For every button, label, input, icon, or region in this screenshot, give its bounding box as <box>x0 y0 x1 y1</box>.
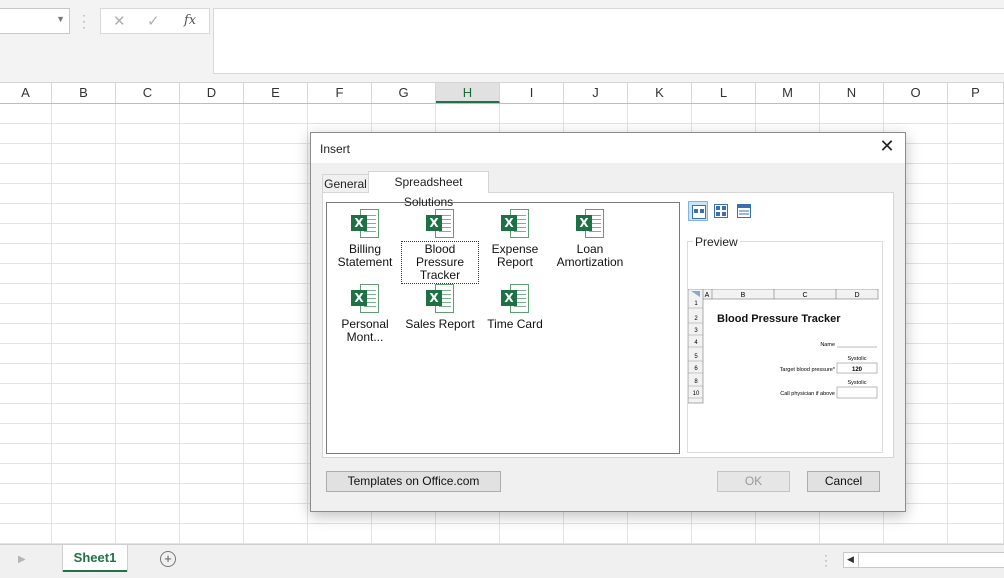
tab-spreadsheet-solutions[interactable]: Spreadsheet Solutions <box>368 171 489 209</box>
excel-template-icon: X <box>351 283 379 313</box>
preview-name-label: Name <box>820 342 835 348</box>
preview-col-header: D <box>854 292 859 299</box>
column-header-i[interactable]: I <box>500 83 564 103</box>
name-box[interactable]: ▼ <box>0 8 70 34</box>
large-icons-icon <box>692 205 706 219</box>
template-time-card[interactable]: X Time Card <box>477 283 553 332</box>
template-label: Personal <box>341 317 389 331</box>
template-sales-report[interactable]: X Sales Report <box>402 283 478 332</box>
scroll-left-icon[interactable]: ◀ <box>847 554 854 565</box>
grid-line <box>243 104 244 544</box>
template-list[interactable]: X Billing Statement X Blood Pressure Track… <box>326 202 680 454</box>
template-label: Mont... <box>346 330 384 344</box>
chevron-down-icon[interactable]: ▼ <box>56 14 65 24</box>
grid-line <box>51 104 52 544</box>
enter-icon[interactable]: ✓ <box>147 12 160 30</box>
preview-col-header: A <box>705 292 710 299</box>
column-header-m[interactable]: M <box>756 83 820 103</box>
template-label: Sales Report <box>405 317 475 331</box>
template-label: Blood Pressure <box>415 242 465 269</box>
template-billing-statement[interactable]: X Billing Statement <box>327 208 403 270</box>
preview-systolic-label: Systolic <box>848 356 867 362</box>
template-label: Statement <box>337 255 393 269</box>
formula-buttons: ✕ ✓ fx <box>100 8 210 34</box>
template-personal-monthly[interactable]: X Personal Mont... <box>327 283 403 345</box>
column-header-o[interactable]: O <box>884 83 948 103</box>
preview-title: Blood Pressure Tracker <box>717 313 841 325</box>
list-icon <box>714 204 728 218</box>
grid-line <box>115 104 116 544</box>
ok-button[interactable]: OK <box>717 471 790 492</box>
more-options-icon: · · · <box>82 8 86 34</box>
scroll-divider <box>858 553 859 567</box>
details-view-button[interactable] <box>734 201 754 221</box>
excel-template-icon: X <box>351 208 379 238</box>
sheet-tab-sheet1[interactable]: Sheet1 <box>63 545 127 572</box>
grid-line <box>179 104 180 544</box>
formula-input[interactable] <box>213 8 1004 74</box>
preview-col-header: C <box>802 292 807 299</box>
template-preview-image: A B C D 1 2 3 4 5 6 8 10 Blood Pressure … <box>688 289 879 404</box>
template-label: Loan <box>576 242 604 256</box>
column-header-n[interactable]: N <box>820 83 884 103</box>
insert-function-icon[interactable]: fx <box>184 13 196 28</box>
preview-systolic-label: Systolic <box>848 380 867 386</box>
preview-row-number: 10 <box>693 391 700 397</box>
column-header-b[interactable]: B <box>52 83 116 103</box>
column-header-g[interactable]: G <box>372 83 436 103</box>
templates-on-office-button[interactable]: Templates on Office.com <box>326 471 501 492</box>
column-header-e[interactable]: E <box>244 83 308 103</box>
excel-template-icon: X <box>426 283 454 313</box>
large-icons-view-button[interactable] <box>688 201 708 221</box>
grid-line <box>307 104 308 544</box>
column-header-j[interactable]: J <box>564 83 628 103</box>
template-label: Billing <box>348 242 381 256</box>
excel-template-icon: X <box>426 208 454 238</box>
close-icon[interactable]: ✕ <box>877 136 897 157</box>
template-label: Tracker <box>419 268 461 282</box>
dialog-titlebar: Insert ✕ <box>311 133 905 163</box>
add-sheet-icon[interactable]: + <box>160 551 176 567</box>
column-header-d[interactable]: D <box>180 83 244 103</box>
column-headers: ABCDEFGHIJKLMNOP <box>0 83 1004 104</box>
column-header-k[interactable]: K <box>628 83 692 103</box>
tab-splitter-icon[interactable]: · · · <box>824 549 828 571</box>
template-label: Expense <box>491 242 539 256</box>
tab-general[interactable]: General <box>322 174 369 193</box>
column-header-a[interactable]: A <box>0 83 52 103</box>
template-expense-report[interactable]: X Expense Report <box>477 208 553 270</box>
cancel-icon[interactable]: ✕ <box>113 12 126 30</box>
preview-target-value: 120 <box>852 367 863 373</box>
column-header-p[interactable]: P <box>948 83 1004 103</box>
dialog-title: Insert <box>320 142 351 156</box>
column-header-f[interactable]: F <box>308 83 372 103</box>
cancel-button[interactable]: Cancel <box>807 471 880 492</box>
sheet-nav-arrow-icon[interactable]: ▶ <box>18 554 26 565</box>
preview-call-label: Call physician if above <box>780 391 835 397</box>
column-header-l[interactable]: L <box>692 83 756 103</box>
excel-template-icon: X <box>501 208 529 238</box>
template-label: Time Card <box>487 317 543 331</box>
template-label: Report <box>496 255 533 269</box>
preview-col-header: B <box>741 292 746 299</box>
list-view-button[interactable] <box>711 201 731 221</box>
template-label: Amortization <box>556 255 624 269</box>
excel-template-icon: X <box>501 283 529 313</box>
template-blood-pressure-tracker[interactable]: X Blood Pressure Tracker <box>401 208 479 284</box>
formula-bar: ▼ · · · ✕ ✓ fx <box>0 0 1004 83</box>
preview-target-label: Target blood pressure* <box>780 367 836 373</box>
insert-dialog: Insert ✕ General Spreadsheet Solutions X… <box>310 132 906 512</box>
grid-line <box>947 104 948 544</box>
details-icon <box>737 204 751 218</box>
horizontal-scrollbar[interactable]: ◀ <box>843 552 1004 568</box>
column-header-h[interactable]: H <box>436 83 500 103</box>
excel-template-icon: X <box>576 208 604 238</box>
preview-label: Preview <box>693 235 740 249</box>
column-header-c[interactable]: C <box>116 83 180 103</box>
sheet-tab-bar: ▶ Sheet1 + · · · ◀ <box>0 544 1004 578</box>
template-loan-amortization[interactable]: X Loan Amortization <box>552 208 628 270</box>
